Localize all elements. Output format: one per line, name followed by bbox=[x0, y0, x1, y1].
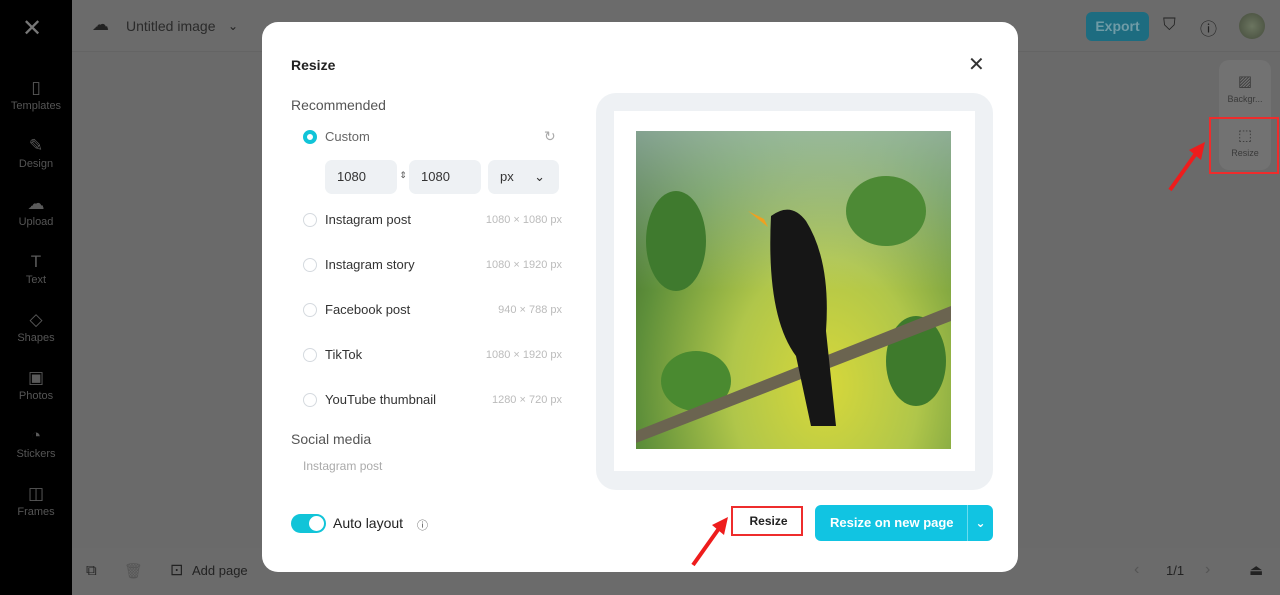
photos-icon: ▣ bbox=[27, 368, 45, 387]
preset-radio[interactable] bbox=[303, 303, 317, 317]
add-page-icon[interactable]: ⊡ bbox=[170, 560, 183, 580]
preset-label[interactable]: TikTok bbox=[325, 347, 362, 362]
annotation-highlight bbox=[731, 506, 803, 536]
annotation-arrow bbox=[1168, 142, 1205, 192]
resize-dialog: Resize ✕ Recommended Custom ↻ 1080 ⇕ 108… bbox=[262, 22, 1018, 572]
reset-icon[interactable]: ↻ bbox=[544, 128, 556, 145]
preset-label[interactable]: Instagram story bbox=[325, 257, 415, 272]
sidebar: ✕ ▯ Templates ✎ Design ☁ Upload T Text ◇ Shapes ▣ P… bbox=[0, 0, 72, 595]
preset-size: 1280 × 720 px bbox=[491, 394, 562, 406]
export-button[interactable]: Export bbox=[1086, 12, 1149, 41]
info-icon[interactable]: ⓘ bbox=[417, 517, 428, 533]
preset-radio[interactable] bbox=[303, 213, 317, 227]
chevron-down-icon: ⌄ bbox=[534, 169, 545, 184]
shield-icon[interactable]: ⛉ bbox=[1163, 15, 1176, 35]
frames-icon: ◫ bbox=[27, 484, 45, 503]
capcut-logo-icon: ✕ bbox=[22, 15, 43, 42]
next-page-icon[interactable]: › bbox=[1205, 561, 1210, 579]
shapes-icon: ◇ bbox=[29, 310, 43, 329]
preset-radio[interactable] bbox=[303, 348, 317, 362]
recommended-heading: Recommended bbox=[291, 97, 386, 113]
sidebar-item-photos[interactable]: ▣ Photos bbox=[0, 368, 72, 402]
canvas-preview bbox=[614, 111, 975, 471]
chevron-down-icon[interactable]: ⌄ bbox=[967, 505, 993, 541]
duplicate-page-icon[interactable]: ⧉ bbox=[86, 562, 97, 579]
social-media-item[interactable]: Instagram post bbox=[303, 459, 382, 473]
social-media-heading: Social media bbox=[291, 431, 372, 447]
resize-preview bbox=[596, 93, 993, 490]
preset-size: 1080 × 1920 px bbox=[485, 259, 562, 271]
fit-icon[interactable]: ⏏ bbox=[1249, 561, 1263, 579]
background-tool[interactable]: ▨ Backgr... bbox=[1219, 72, 1271, 104]
sidebar-item-shapes[interactable]: ◇ Shapes bbox=[0, 310, 72, 344]
templates-icon: ▯ bbox=[31, 78, 41, 97]
preset-label[interactable]: Facebook post bbox=[325, 302, 410, 317]
background-icon: ▨ bbox=[1237, 73, 1253, 90]
cloud-sync-icon[interactable]: ☁ bbox=[92, 15, 109, 35]
height-input[interactable]: 1080 bbox=[409, 160, 481, 194]
sidebar-item-templates[interactable]: ▯ Templates bbox=[0, 78, 72, 112]
preset-size: 1080 × 1920 px bbox=[485, 349, 562, 361]
bird-photo bbox=[636, 131, 951, 449]
lock-ratio-icon[interactable]: ⇕ bbox=[397, 170, 409, 184]
design-icon: ✎ bbox=[28, 136, 44, 155]
preset-radio[interactable] bbox=[303, 258, 317, 272]
dialog-title: Resize bbox=[291, 57, 336, 73]
annotation-highlight bbox=[1209, 117, 1279, 174]
resize-on-new-page-button[interactable]: Resize on new page ⌄ bbox=[815, 505, 993, 541]
preset-label[interactable]: YouTube thumbnail bbox=[325, 392, 436, 407]
preset-size: 1080 × 1080 px bbox=[485, 214, 562, 226]
close-icon[interactable]: ✕ bbox=[968, 52, 985, 77]
add-page-button[interactable]: Add page bbox=[192, 563, 248, 578]
width-input[interactable]: 1080 bbox=[325, 160, 397, 194]
sidebar-item-frames[interactable]: ◫ Frames bbox=[0, 484, 72, 518]
upload-icon: ☁ bbox=[27, 194, 45, 213]
unit-select[interactable]: px ⌄ bbox=[488, 160, 559, 194]
chevron-down-icon[interactable]: ⌄ bbox=[228, 19, 238, 33]
preset-radio[interactable] bbox=[303, 393, 317, 407]
prev-page-icon[interactable]: ‹ bbox=[1134, 561, 1139, 579]
avatar[interactable] bbox=[1239, 13, 1265, 39]
annotation-arrow bbox=[691, 517, 728, 567]
sidebar-item-upload[interactable]: ☁ Upload bbox=[0, 194, 72, 228]
preset-size: 940 × 788 px bbox=[498, 304, 562, 316]
preset-label[interactable]: Instagram post bbox=[325, 212, 411, 227]
text-icon: T bbox=[30, 252, 42, 271]
custom-label: Custom bbox=[325, 129, 370, 144]
delete-icon[interactable]: 🗑 bbox=[124, 562, 143, 580]
stickers-icon: ◔ bbox=[30, 426, 42, 445]
auto-layout-toggle[interactable] bbox=[291, 514, 326, 533]
document-title[interactable]: Untitled image bbox=[126, 18, 216, 34]
help-icon[interactable]: ⓘ bbox=[1200, 15, 1217, 40]
sidebar-item-design[interactable]: ✎ Design bbox=[0, 136, 72, 170]
sidebar-item-text[interactable]: T Text bbox=[0, 252, 72, 286]
auto-layout-label: Auto layout bbox=[333, 515, 404, 531]
page-indicator: 1/1 bbox=[1166, 563, 1185, 578]
custom-radio[interactable] bbox=[303, 130, 317, 144]
sidebar-item-stickers[interactable]: ◔ Stickers bbox=[0, 426, 72, 460]
